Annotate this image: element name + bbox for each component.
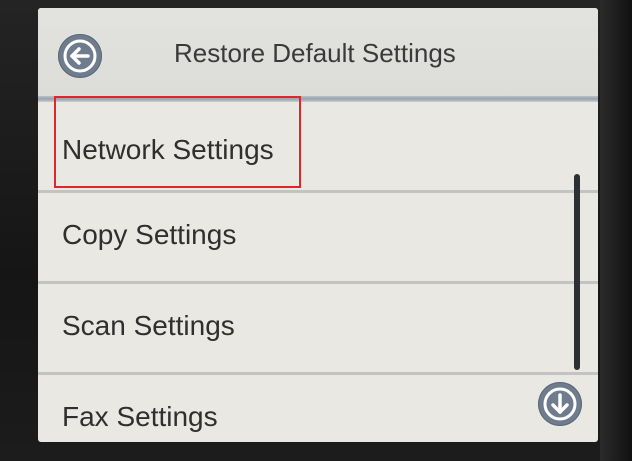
arrow-left-icon (63, 39, 97, 73)
menu-item-label: Copy Settings (62, 219, 237, 250)
menu-item-copy-settings[interactable]: Copy Settings (38, 193, 598, 281)
page-title: Restore Default Settings (174, 38, 456, 68)
printer-touchscreen: Restore Default Settings Network Setting… (38, 8, 598, 442)
scroll-down-button[interactable] (538, 382, 582, 426)
back-button[interactable] (58, 34, 102, 78)
device-bezel-edge (600, 0, 632, 461)
arrow-down-icon (543, 387, 577, 421)
selection-highlight (54, 96, 301, 188)
menu-item-scan-settings[interactable]: Scan Settings (38, 284, 598, 372)
menu-item-label: Scan Settings (62, 310, 235, 341)
scrollbar[interactable] (574, 174, 580, 370)
menu-item-label: Fax Settings (62, 401, 218, 432)
menu-item-fax-settings[interactable]: Fax Settings (38, 375, 598, 442)
screen-header: Restore Default Settings (38, 8, 598, 100)
